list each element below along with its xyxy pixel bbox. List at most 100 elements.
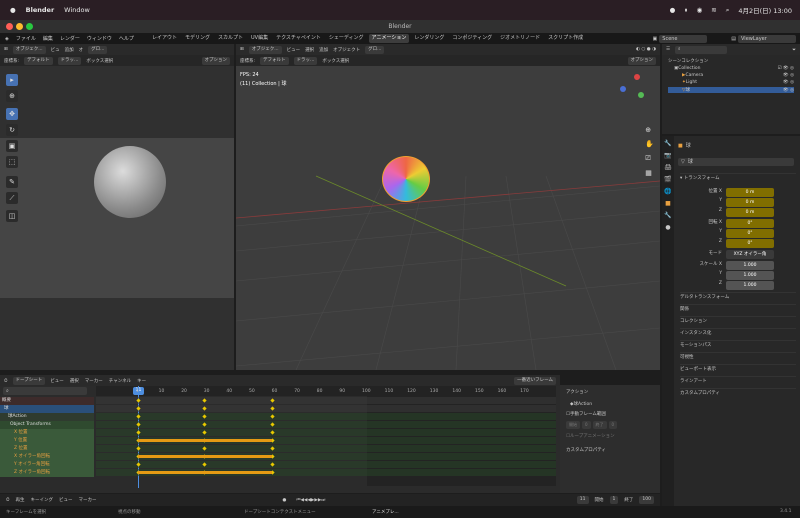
scale-x-field[interactable]: 1.000 bbox=[726, 261, 774, 270]
outliner-search[interactable]: ⌕ bbox=[675, 45, 728, 54]
jump-end-icon[interactable]: ⏭ bbox=[321, 497, 325, 503]
search-icon[interactable]: ⌕ bbox=[3, 387, 87, 395]
keyframe[interactable] bbox=[136, 406, 141, 411]
keyframe[interactable] bbox=[202, 462, 207, 467]
mode-select[interactable]: オブジェク... bbox=[12, 45, 46, 54]
key-track[interactable] bbox=[96, 413, 556, 420]
cursor-icon[interactable]: ⊕ bbox=[6, 90, 18, 102]
wifi-icon[interactable]: ≋ bbox=[711, 6, 716, 14]
channel-row[interactable]: X オイラー角回転 bbox=[0, 453, 94, 461]
editor-type-icon[interactable]: ⊞ bbox=[240, 47, 244, 52]
3d-viewport[interactable]: FPS: 24 (11) Collection | 球 ⊕ ✋ ⎚ ▦ bbox=[236, 66, 660, 370]
scene-tab-icon[interactable]: 🎬 bbox=[664, 176, 671, 183]
scene-select[interactable]: Scene bbox=[659, 34, 708, 43]
object-name[interactable]: 球 bbox=[686, 142, 691, 149]
end-field[interactable]: 0 bbox=[608, 421, 618, 429]
workspace-tab[interactable]: テクスチャペイント bbox=[273, 34, 324, 43]
light-row[interactable]: ✦ Light 👁 ◎ bbox=[668, 80, 794, 85]
add-cube-icon[interactable]: ◫ bbox=[6, 210, 18, 222]
editor-type-icon[interactable]: ⊞ bbox=[4, 47, 8, 52]
location-x-field[interactable]: 0 m bbox=[726, 188, 774, 197]
transform-icon[interactable]: ⬚ bbox=[6, 156, 18, 168]
output-tab-icon[interactable]: 🖨 bbox=[664, 164, 672, 171]
material-tab-icon[interactable]: ● bbox=[665, 224, 670, 231]
mode-select[interactable]: オブジェク... bbox=[248, 45, 282, 54]
view-menu[interactable]: ビュ bbox=[51, 47, 60, 53]
top-menu-item[interactable]: ウィンドウ bbox=[87, 35, 112, 42]
keyframe[interactable] bbox=[202, 406, 207, 411]
camera-viewport[interactable]: ▸ ⊕ ✥ ↻ ▣ ⬚ ✎ ⟋ ◫ bbox=[0, 66, 234, 370]
collection-row[interactable]: ▣ Collection ☑ 👁 ◎ bbox=[668, 66, 794, 71]
dope-menu-item[interactable]: キー bbox=[137, 378, 146, 384]
move-icon[interactable]: ✥ bbox=[6, 108, 18, 120]
property-section-header[interactable]: インスタンス化 bbox=[680, 328, 796, 337]
keyframe[interactable] bbox=[202, 414, 207, 419]
grid-icon[interactable]: ▦ bbox=[645, 169, 654, 177]
keyframe[interactable] bbox=[136, 430, 141, 435]
app-menu[interactable]: Blender bbox=[26, 6, 55, 14]
next-key-icon[interactable]: ▶▶ bbox=[314, 498, 321, 503]
coord-select[interactable]: デフォルト bbox=[24, 56, 53, 65]
keyframe[interactable] bbox=[269, 422, 275, 427]
rotation-y-field[interactable]: 0° bbox=[726, 229, 774, 238]
dope-mode-select[interactable]: ドープシート bbox=[12, 376, 46, 385]
key-track[interactable] bbox=[96, 405, 556, 412]
object-menu[interactable]: オ bbox=[79, 47, 84, 53]
workspace-tab[interactable]: UV編集 bbox=[248, 34, 271, 43]
drag-select[interactable]: ドラッ... bbox=[293, 56, 318, 65]
pause-icon[interactable]: ⏸ bbox=[684, 6, 687, 15]
workspace-tab[interactable]: シェーディング bbox=[326, 34, 367, 43]
start-frame-field[interactable]: 1 bbox=[609, 496, 619, 504]
select-menu[interactable]: 選択 bbox=[305, 47, 314, 53]
workspace-tab[interactable]: スクリプト作成 bbox=[545, 34, 586, 43]
object-menu[interactable]: オブジェクト bbox=[333, 47, 360, 53]
top-menu-item[interactable]: ヘルプ bbox=[119, 35, 134, 42]
property-section-header[interactable]: カスタムプロパティ bbox=[680, 388, 796, 397]
snap-select[interactable]: 一番近いフレーム bbox=[514, 376, 556, 385]
key-track[interactable] bbox=[96, 445, 556, 452]
key-track[interactable] bbox=[96, 397, 556, 404]
keyframe[interactable] bbox=[269, 462, 275, 467]
view-menu[interactable]: ビュー bbox=[59, 497, 73, 503]
zoom-icon[interactable] bbox=[26, 23, 33, 30]
scale-y-field[interactable]: 1.000 bbox=[726, 271, 774, 280]
dope-menu-item[interactable]: チャンネル bbox=[109, 378, 131, 384]
channel-row[interactable]: 球Action bbox=[0, 413, 94, 421]
action-panel-title[interactable]: アクション bbox=[560, 385, 660, 399]
filter-icon[interactable]: ⏷ bbox=[792, 47, 796, 53]
property-section-header[interactable]: デルタトランスフォーム bbox=[680, 292, 796, 301]
property-section-header[interactable]: コレクション bbox=[680, 316, 796, 325]
workspace-tab[interactable]: レンダリング bbox=[411, 34, 447, 43]
blender-logo-icon[interactable]: ◈ bbox=[5, 36, 9, 42]
keyframe[interactable] bbox=[136, 398, 141, 403]
window-menu[interactable]: Window bbox=[64, 6, 90, 14]
workspace-tab[interactable]: レイアウト bbox=[149, 34, 180, 43]
tool-tab-icon[interactable]: 🔧 bbox=[664, 140, 671, 147]
measure-icon[interactable]: ⟋ bbox=[6, 192, 18, 204]
options-menu[interactable]: オプション bbox=[627, 56, 656, 65]
gizmo-z-icon[interactable] bbox=[620, 86, 626, 92]
object-tab-icon[interactable]: ■ bbox=[665, 200, 671, 207]
keyframe[interactable] bbox=[136, 414, 141, 419]
apple-icon[interactable]: ● bbox=[10, 6, 16, 14]
marker-menu[interactable]: マーカー bbox=[79, 497, 97, 503]
location-z-field[interactable]: 0 m bbox=[726, 208, 774, 217]
action-name-row[interactable]: ◆ 球Action bbox=[560, 399, 660, 409]
keyframe[interactable] bbox=[269, 398, 275, 403]
annotate-icon[interactable]: ✎ bbox=[6, 176, 18, 188]
timeline-editor-icon[interactable]: ⏱ bbox=[6, 497, 10, 503]
key-track[interactable] bbox=[96, 469, 556, 476]
workspace-tab[interactable]: ジオメトリノード bbox=[497, 34, 543, 43]
workspace-tab[interactable]: アニメーション bbox=[368, 34, 410, 43]
workspace-tab[interactable]: スカルプト bbox=[215, 34, 246, 43]
eye-icon[interactable]: ◉ bbox=[697, 6, 703, 14]
keyframe[interactable] bbox=[136, 462, 141, 467]
close-icon[interactable] bbox=[6, 23, 13, 30]
scene-collection-row[interactable]: シーンコレクション bbox=[668, 58, 794, 64]
shading-buttons[interactable]: ◐ ○ ● ◑ bbox=[636, 47, 656, 52]
top-menu-item[interactable]: 編集 bbox=[43, 35, 53, 42]
record-icon[interactable]: ● bbox=[670, 6, 676, 14]
status-anim-player[interactable]: アニメプレ... bbox=[372, 509, 399, 515]
property-section-header[interactable]: ビューポート表示 bbox=[680, 364, 796, 373]
channel-row[interactable]: Z 位置 bbox=[0, 445, 94, 453]
